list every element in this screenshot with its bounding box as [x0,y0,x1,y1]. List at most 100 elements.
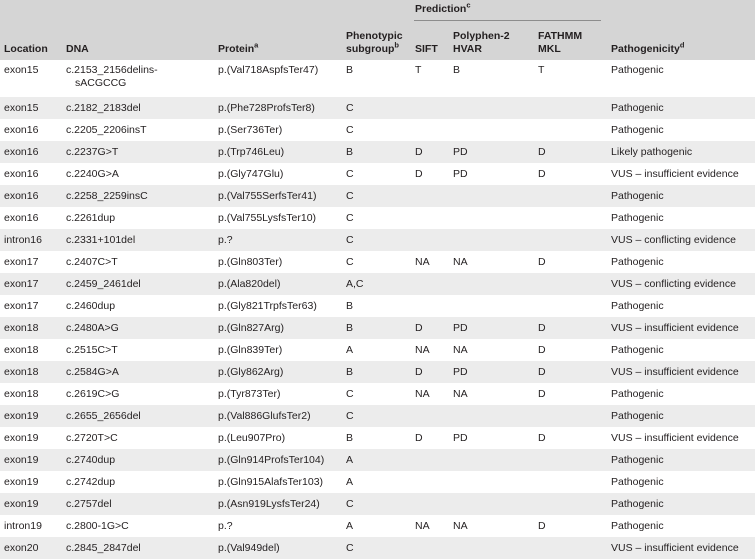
cell-dna: c.2584G>A [62,361,214,383]
cell-dna: c.2182_2183del [62,97,214,119]
cell-location: exon18 [0,383,62,405]
cell-fathmm [534,295,608,317]
column-header-protein-label: Protein [218,42,255,55]
cell-sift [411,207,449,229]
cell-fathmm: D [534,427,608,449]
cell-sift: D [411,163,449,185]
cell-subgroup: C [342,119,411,141]
cell-protein: p.(Val755SerfsTer41) [214,185,342,207]
cell-subgroup: C [342,493,411,515]
cell-sift: T [411,60,449,97]
cell-location: exon17 [0,295,62,317]
cell-pathogenicity: Pathogenic [607,295,755,317]
table-row: exon15 c.2153_2156delins-sACGCCG p.(Val718… [0,60,755,97]
cell-subgroup: C [342,207,411,229]
cell-fathmm [534,537,608,559]
header-spacer-subgroup [342,0,411,23]
column-header-pathogenicity-label: Pathogenicity [611,42,680,55]
cell-protein: p.? [214,229,342,251]
table-row: exon16 c.2261dup p.(Val755LysfsTer10) C Path… [0,207,755,229]
cell-location: exon17 [0,273,62,295]
table-row: intron19 c.2800-1G>C p.? A NA NA D Pathogenic [0,515,755,537]
table-row: exon16 c.2205_2206insT p.(Ser736Ter) C Patho… [0,119,755,141]
header-spacer-protein [214,0,342,23]
table-row: exon16 c.2240G>A p.(Gly747Glu) C D PD D VUS – i… [0,163,755,185]
cell-pathogenicity: Pathogenic [607,515,755,537]
cell-pathogenicity: Pathogenic [607,207,755,229]
column-header-protein-note: a [254,40,259,49]
cell-dna: c.2460dup [62,295,214,317]
header-spacer-location [0,0,62,23]
cell-sift: D [411,361,449,383]
cell-polyphen [449,207,534,229]
cell-protein: p.(Phe728ProfsTer8) [214,97,342,119]
cell-protein: p.? [214,515,342,537]
column-header-fathmm-label-line2: MKL [538,42,561,55]
header-group-prediction-note: c [466,0,471,10]
cell-subgroup: A [342,339,411,361]
cell-fathmm [534,229,608,251]
cell-pathogenicity: Pathogenic [607,339,755,361]
cell-polyphen: PD [449,163,534,185]
cell-dna: c.2261dup [62,207,214,229]
cell-location: intron16 [0,229,62,251]
cell-pathogenicity: Pathogenic [607,97,755,119]
cell-protein: p.(Ser736Ter) [214,119,342,141]
cell-sift [411,273,449,295]
cell-sift: NA [411,339,449,361]
column-header-location: Location [0,23,62,60]
cell-subgroup: C [342,383,411,405]
cell-fathmm [534,97,608,119]
cell-fathmm [534,449,608,471]
cell-location: exon18 [0,339,62,361]
cell-dna: c.2480A>G [62,317,214,339]
cell-sift [411,493,449,515]
cell-dna: c.2800-1G>C [62,515,214,537]
cell-subgroup: A [342,449,411,471]
cell-pathogenicity: Pathogenic [607,493,755,515]
header-label-row: Location DNA Proteina Phenotypic subgrou… [0,23,755,60]
column-header-polyphen-label-line2: HVAR [453,42,482,55]
cell-pathogenicity: Pathogenic [607,251,755,273]
cell-protein: p.(Gly747Glu) [214,163,342,185]
cell-dna: c.2655_2656del [62,405,214,427]
cell-fathmm: D [534,163,608,185]
column-header-dna: DNA [62,23,214,60]
cell-pathogenicity: Pathogenic [607,449,755,471]
cell-fathmm [534,471,608,493]
cell-fathmm: D [534,141,608,163]
table-row: exon20 c.2845_2847del p.(Val949del) C VUS – … [0,537,755,559]
table-row: exon15 c.2182_2183del p.(Phe728ProfsTer8) C… [0,97,755,119]
cell-dna: c.2742dup [62,471,214,493]
table-row: exon17 c.2460dup p.(Gly821TrpfsTer63) B Path… [0,295,755,317]
table-row: exon16 c.2258_2259insC p.(Val755SerfsTer41… [0,185,755,207]
cell-location: exon16 [0,185,62,207]
cell-polyphen [449,97,534,119]
cell-fathmm [534,273,608,295]
cell-location: exon15 [0,97,62,119]
cell-location: exon16 [0,207,62,229]
cell-pathogenicity: VUS – insufficient evidence [607,537,755,559]
cell-dna: c.2153_2156delins-sACGCCG [62,60,214,97]
column-header-sift: SIFT [411,23,449,60]
cell-sift [411,295,449,317]
cell-protein: p.(Val755LysfsTer10) [214,207,342,229]
cell-fathmm: D [534,339,608,361]
cell-dna: c.2845_2847del [62,537,214,559]
table-row: exon19 c.2757del p.(Asn919LysfsTer24) C Path… [0,493,755,515]
cell-pathogenicity: VUS – insufficient evidence [607,317,755,339]
column-header-fathmm: FATHMM MKL [534,23,608,60]
cell-sift: NA [411,251,449,273]
cell-fathmm [534,185,608,207]
cell-location: exon15 [0,60,62,97]
cell-location: exon19 [0,449,62,471]
cell-dna: c.2740dup [62,449,214,471]
cell-polyphen [449,273,534,295]
column-header-polyphen: Polyphen-2 HVAR [449,23,534,60]
cell-polyphen [449,185,534,207]
cell-subgroup: C [342,251,411,273]
cell-fathmm [534,207,608,229]
cell-pathogenicity: Pathogenic [607,60,755,97]
cell-sift [411,471,449,493]
cell-pathogenicity: Pathogenic [607,119,755,141]
